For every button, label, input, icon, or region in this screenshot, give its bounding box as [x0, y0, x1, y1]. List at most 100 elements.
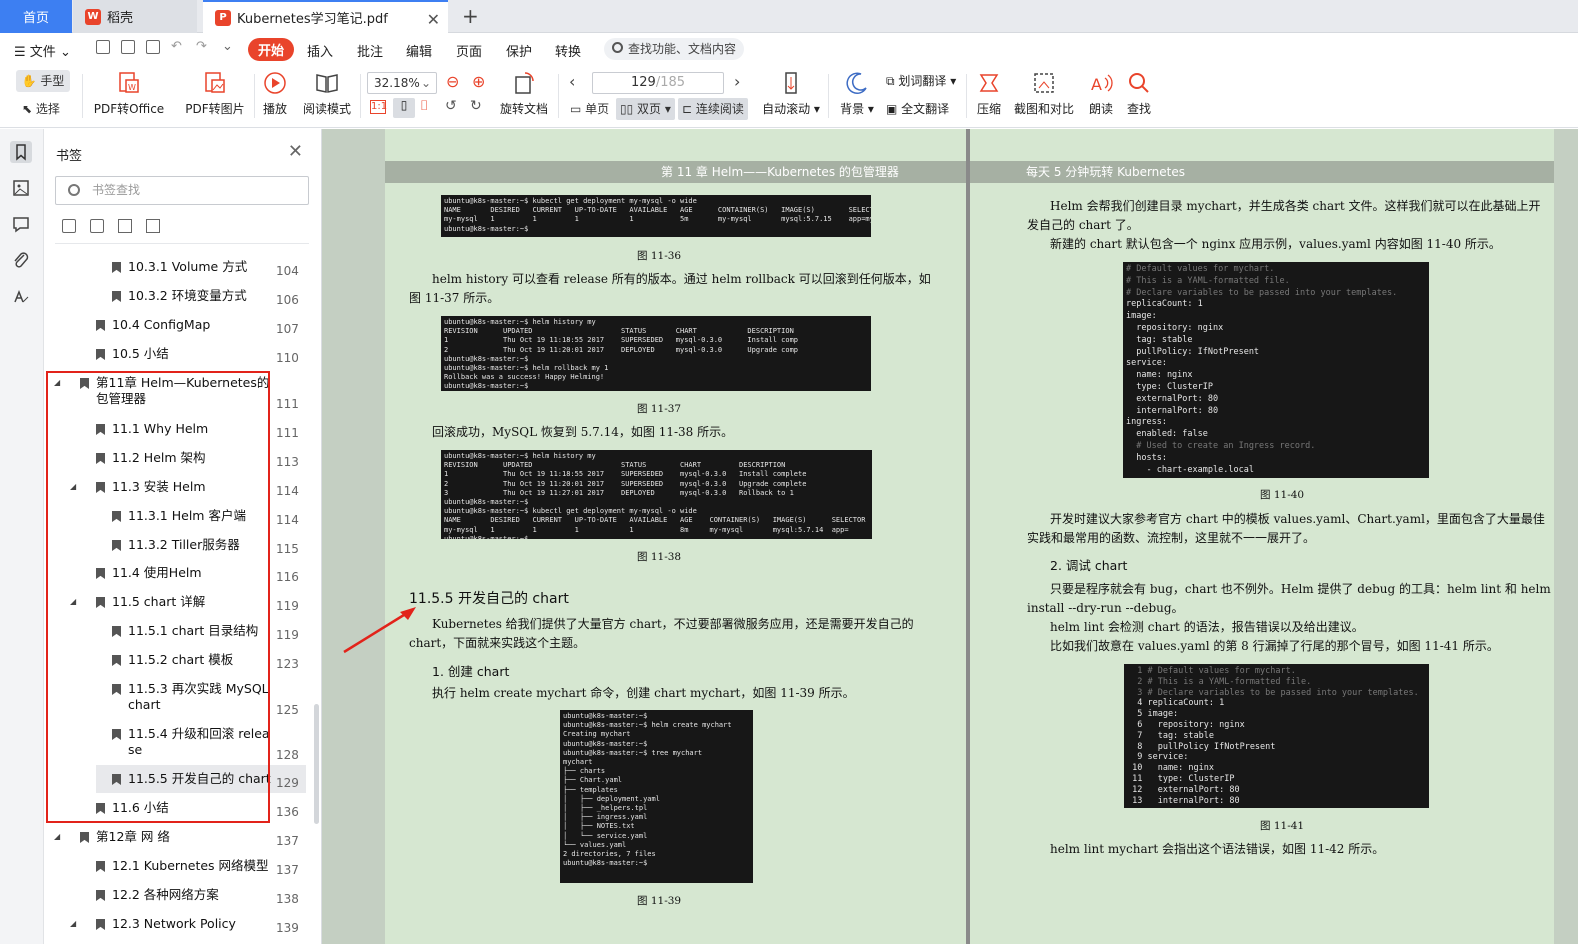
subsection-heading: 1. 创建 chart [432, 664, 510, 679]
tab-home[interactable]: 首页 [0, 0, 72, 33]
find-icon [1129, 73, 1149, 93]
read-aloud-button[interactable]: A 朗读 [1086, 70, 1116, 117]
find-label: 查找 [1126, 102, 1151, 116]
tab-daoke[interactable]: W 稻壳 [73, 0, 197, 33]
next-page-icon[interactable]: › [734, 72, 740, 91]
feature-search[interactable]: 查找功能、文档内容 [604, 38, 744, 60]
menu-insert[interactable]: 插入 [307, 41, 333, 60]
auto-scroll-button[interactable]: 自动滚动 ▾ [762, 70, 820, 117]
tab-document-label: Kubernetes学习笔记.pdf [237, 12, 388, 27]
pdf-to-office-button[interactable]: W PDF转Office [90, 70, 168, 117]
rotate-left-icon[interactable]: ↺ [445, 98, 457, 114]
expand-all-icon[interactable] [62, 219, 76, 233]
comment-icon[interactable] [10, 213, 32, 235]
open-icon[interactable] [96, 40, 110, 54]
find-button[interactable]: 查找 [1124, 70, 1154, 117]
chevron-down-icon: ⌄ [420, 76, 431, 90]
close-tab-icon[interactable]: ✕ [427, 10, 440, 29]
bookmark-panel-icon[interactable] [10, 141, 32, 163]
attachment-icon[interactable] [10, 249, 32, 271]
menu-convert[interactable]: 转换 [555, 41, 581, 60]
actual-size-icon[interactable]: 1:1 [370, 100, 387, 114]
terminal-screenshot: ubuntu@k8s-master:~$ helm history my REVI… [441, 316, 871, 391]
menu-page[interactable]: 页面 [456, 41, 482, 60]
bookmark-item[interactable]: ◢ 12.3 Network Policy 139 [44, 916, 314, 938]
single-page-button[interactable]: ▭ 单页 [566, 98, 613, 120]
bookmark-item[interactable]: 12.2 各种网络方案 138 [44, 887, 314, 909]
menu-annotate[interactable]: 批注 [357, 41, 383, 60]
redo-icon[interactable]: ↷ [196, 39, 207, 54]
continuous-read-button[interactable]: ⊏ 连续阅读 [678, 98, 748, 120]
new-tab-icon[interactable]: + [462, 4, 479, 28]
scrollbar[interactable] [314, 704, 319, 824]
background-button[interactable]: 背景 ▾ [838, 70, 876, 117]
bookmark-item[interactable]: 10.5 小结 110 [44, 346, 314, 368]
signature-icon[interactable] [10, 285, 32, 307]
terminal-line: ubuntu@k8s-master:~$ [563, 712, 648, 720]
bookmark-item[interactable]: 10.3.1 Volume 方式 104 [44, 259, 314, 281]
bookmark-settings-icon[interactable] [146, 219, 160, 233]
paragraph: install --dry-run --debug。 [1027, 601, 1184, 615]
book-icon [316, 74, 338, 93]
terminal-line: 3 Thu Oct 19 11:27:01 2017 DEPLOYED mysq… [444, 488, 794, 497]
rotate-document-button[interactable]: 旋转文档 [496, 70, 552, 117]
add-bookmark-icon[interactable] [118, 219, 132, 233]
svg-text:A: A [1091, 75, 1102, 94]
terminal-line: ubuntu@k8s-master:~$ [563, 739, 648, 748]
select-tool-button[interactable]: ⬉ 选择 [22, 100, 60, 117]
terminal-line: hosts: [1126, 452, 1167, 463]
terminal-line: └── values.yaml [563, 840, 627, 849]
fit-width-icon[interactable]: ⌷ [420, 98, 428, 114]
page-number-input[interactable]: 129/185 [592, 72, 724, 94]
screenshot-compare-button[interactable]: 截图和对比 [1012, 70, 1076, 117]
bookmark-icon [96, 320, 105, 331]
terminal-line: ubuntu@k8s-master:~$ [444, 224, 529, 233]
bookmark-page-number: 104 [276, 264, 299, 278]
pdf-to-image-button[interactable]: PDF转图片 [182, 70, 248, 117]
word-translate-button[interactable]: ⧉ 划词翻译 ▾ [886, 72, 956, 89]
full-translate-button[interactable]: ▣ 全文翻译 [886, 100, 949, 117]
terminal-line: 9 service: [1127, 752, 1189, 763]
bookmark-item[interactable]: 10.4 ConfigMap 107 [44, 317, 314, 339]
expand-toggle-icon[interactable]: ◢ [54, 832, 60, 841]
expand-toggle-icon[interactable]: ◢ [70, 919, 76, 928]
bookmark-item[interactable]: ◢ 第12章 网 络 137 [44, 829, 314, 851]
zoom-in-icon[interactable]: ⊕ [472, 72, 485, 91]
hand-tool-label: 手型 [40, 74, 65, 88]
menu-edit[interactable]: 编辑 [406, 41, 432, 60]
prev-page-icon[interactable]: ‹ [569, 72, 575, 91]
rotate-right-icon[interactable]: ↻ [470, 98, 482, 114]
collapse-all-icon[interactable] [90, 219, 104, 233]
thumbnail-icon[interactable] [10, 177, 32, 199]
background-label: 背景 [840, 102, 865, 116]
undo-icon[interactable]: ↶ [171, 39, 182, 54]
close-panel-icon[interactable]: ✕ [288, 141, 303, 162]
double-page-button[interactable]: ▯▯ 双页 ▾ [616, 98, 675, 120]
bookmark-search-input[interactable]: 书签查找 [55, 176, 309, 205]
play-button[interactable]: 播放 [258, 70, 292, 117]
auto-scroll-icon [785, 72, 797, 94]
bookmark-icon [112, 262, 121, 273]
file-menu[interactable]: ☰ 文件 ⌄ [14, 41, 71, 60]
read-mode-button[interactable]: 阅读模式 [300, 70, 354, 117]
print-icon[interactable] [146, 40, 160, 54]
save-icon[interactable] [121, 40, 135, 54]
bookmark-item[interactable]: 12.1 Kubernetes 网络模型 137 [44, 858, 314, 880]
hand-tool-button[interactable]: ✋ 手型 [16, 70, 70, 92]
fit-page-icon[interactable]: ▯ [393, 98, 415, 118]
terminal-line: ubuntu@k8s-master:~$ [563, 859, 648, 868]
terminal-line: internalPort: 80 [1126, 405, 1219, 416]
zoom-out-icon[interactable]: ⊖ [446, 72, 459, 91]
compress-button[interactable]: 压缩 [974, 70, 1004, 117]
more-quick-icon[interactable]: ⌄ [222, 39, 233, 54]
page-128: 第 11 章 Helm——Kubernetes 的包管理器 ubuntu@k8s… [385, 129, 966, 944]
rotate-document-icon [515, 72, 534, 94]
page-header: 第 11 章 Helm——Kubernetes 的包管理器 [385, 161, 966, 183]
menu-protect[interactable]: 保护 [506, 41, 532, 60]
paragraph: Helm 会帮我们创建目录 mychart，并生成各类 chart 文件。这样我… [1050, 199, 1541, 213]
tab-document[interactable]: P Kubernetes学习笔记.pdf ✕ [203, 0, 448, 33]
menu-start[interactable]: 开始 [248, 38, 295, 61]
bookmark-item[interactable]: 10.3.2 环境变量方式 106 [44, 288, 314, 310]
zoom-select[interactable]: 32.18% ⌄ [367, 72, 437, 94]
document-viewer[interactable]: 第 11 章 Helm——Kubernetes 的包管理器 ubuntu@k8s… [322, 129, 1578, 944]
